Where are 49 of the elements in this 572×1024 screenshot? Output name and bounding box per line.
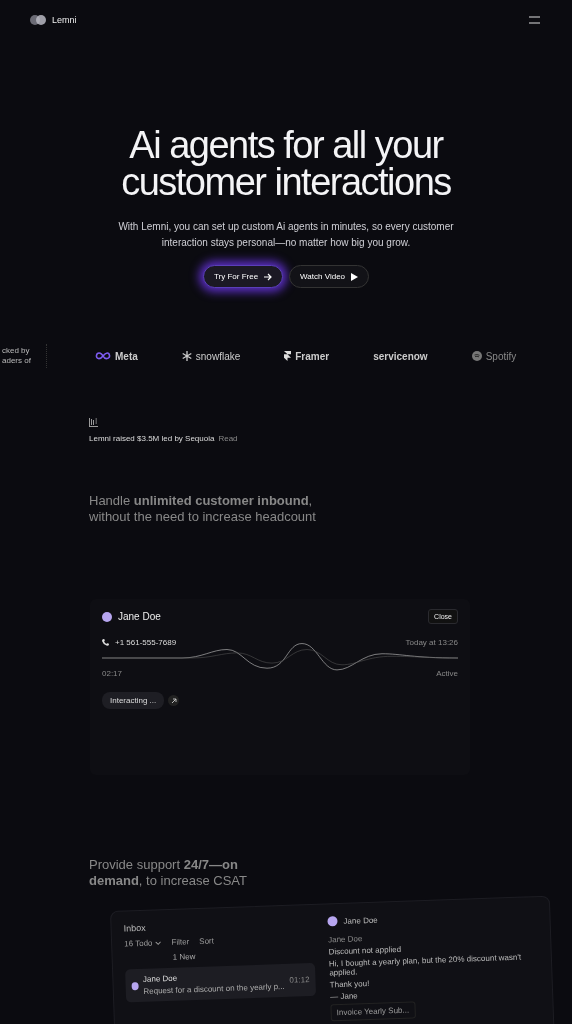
status-chip: Interacting ... [102, 692, 165, 709]
infinity-icon [95, 352, 111, 360]
backers-caption: cked by [2, 346, 31, 356]
try-button[interactable]: Try For Free [202, 265, 284, 288]
sort-button[interactable]: Sort [199, 936, 215, 946]
message-preview: Request for a discount on the yearly p... [143, 981, 285, 996]
contact-name: Jane Doe [142, 972, 179, 984]
todo-dropdown[interactable]: 16 Todo [124, 938, 162, 949]
call-duration: 02:17 [102, 669, 123, 678]
company-logo: Meta [115, 350, 138, 362]
section-heading: Handle unlimited customer inbound, [89, 493, 314, 509]
caret-icon [155, 940, 162, 945]
play-icon [351, 272, 359, 281]
watch-button[interactable]: Watch Video [289, 265, 370, 288]
menu-icon[interactable] [527, 14, 542, 26]
new-count: 1 New [172, 952, 196, 962]
expand-icon[interactable] [168, 695, 180, 706]
arrow-icon [264, 272, 273, 281]
company-logo: Spotify [485, 350, 517, 362]
framer-icon [284, 351, 292, 361]
filter-button[interactable]: Filter [171, 937, 190, 947]
snowflake-icon [181, 351, 192, 361]
section-heading: Provide support 24/7—on demand, to increase CSAT [89, 857, 248, 889]
brand-name: Lemni [52, 15, 77, 25]
message-time: 01:12 [289, 975, 310, 985]
phone-icon [102, 639, 109, 646]
avatar-icon [102, 611, 112, 622]
spotify-icon [471, 351, 482, 361]
backers-caption: aders of [2, 356, 32, 366]
company-logo: servicenow [373, 350, 428, 362]
avatar-icon [327, 916, 338, 927]
caller-name: Jane Doe [118, 611, 161, 622]
avatar-icon [131, 981, 139, 990]
inbox-title: Inbox [123, 921, 147, 934]
read-link[interactable]: Read [218, 434, 238, 443]
call-time: Today at 13:26 [405, 638, 458, 647]
conversation-item[interactable]: Jane Doe Request for a discount on the yearly p... 01:12 [125, 962, 317, 1003]
hero-subtitle: With Lemni, you can set up custom Ai agents in minutes, so every customer interaction stays personal—no matter how big you grow. [117, 220, 455, 250]
phone-number: +1 561-555-7689 [115, 638, 177, 647]
company-logo: Framer [295, 350, 330, 362]
call-status: Active [436, 669, 458, 678]
contact-name: Jane Doe [343, 915, 378, 926]
logo-icon [30, 15, 46, 25]
hero-title: Ai agents for all your customer interactions [120, 127, 452, 201]
email-signature: — Jane [329, 990, 359, 1002]
sender-name: Jane Doe [328, 934, 363, 945]
section-subheading: without the need to increase headcount [89, 509, 317, 525]
news-text: Lemni raised $3.5M led by Sequoia [89, 434, 215, 443]
company-logo: snowflake [195, 350, 241, 362]
